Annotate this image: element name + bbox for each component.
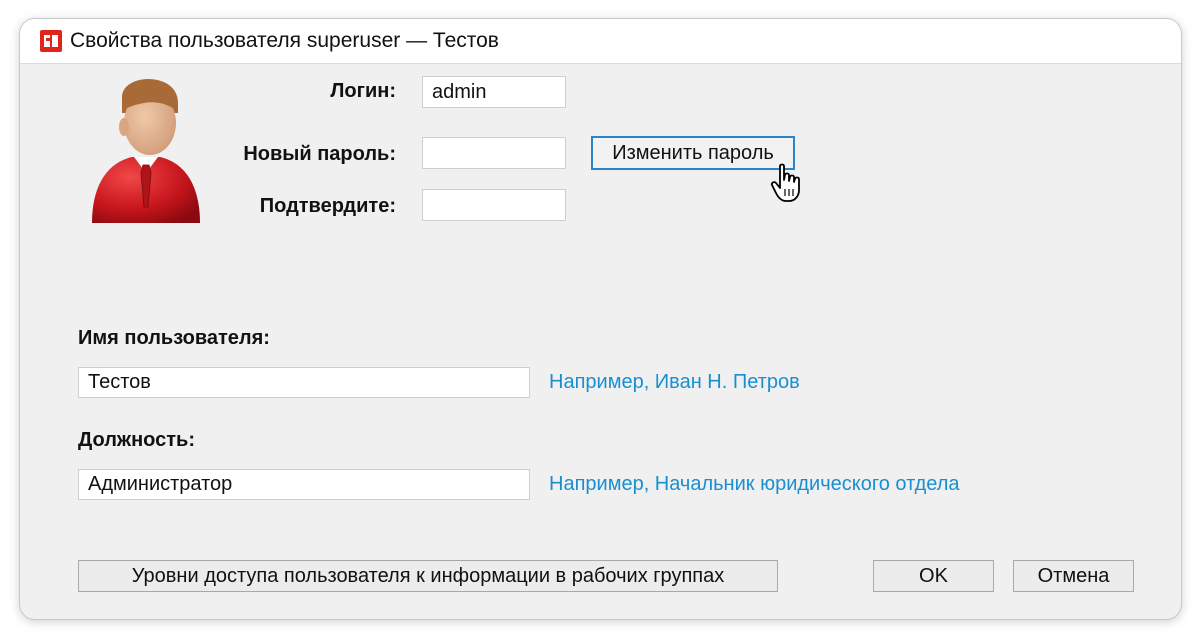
change-password-button[interactable]: Изменить пароль [591, 136, 795, 170]
confirm-password-label: Подтвердите: [259, 195, 396, 217]
title-bar: Свойства пользователя superuser — Тестов [20, 19, 1181, 64]
confirm-password-field[interactable] [422, 189, 566, 221]
app-logo-icon [40, 30, 62, 52]
ok-button[interactable]: OK [873, 560, 994, 592]
user-avatar-icon [92, 79, 200, 223]
new-password-label: Новый пароль: [243, 143, 396, 165]
position-label: Должность: [78, 429, 196, 451]
access-levels-button[interactable]: Уровни доступа пользователя к информации… [78, 560, 778, 592]
window-title: Свойства пользователя superuser — Тестов [70, 29, 499, 52]
user-name-hint: Например, Иван Н. Петров [549, 371, 800, 393]
position-field[interactable] [78, 469, 530, 500]
position-hint: Например, Начальник юридического отдела [549, 473, 960, 495]
user-name-field[interactable] [78, 367, 530, 398]
cancel-button[interactable]: Отмена [1013, 560, 1134, 592]
login-label: Логин: [330, 80, 396, 102]
new-password-field[interactable] [422, 137, 566, 169]
login-field[interactable] [422, 76, 566, 108]
hand-pointer-cursor-icon [770, 163, 800, 202]
user-properties-dialog: Свойства пользователя superuser — Тестов… [19, 18, 1182, 620]
user-name-label: Имя пользователя: [78, 327, 270, 349]
